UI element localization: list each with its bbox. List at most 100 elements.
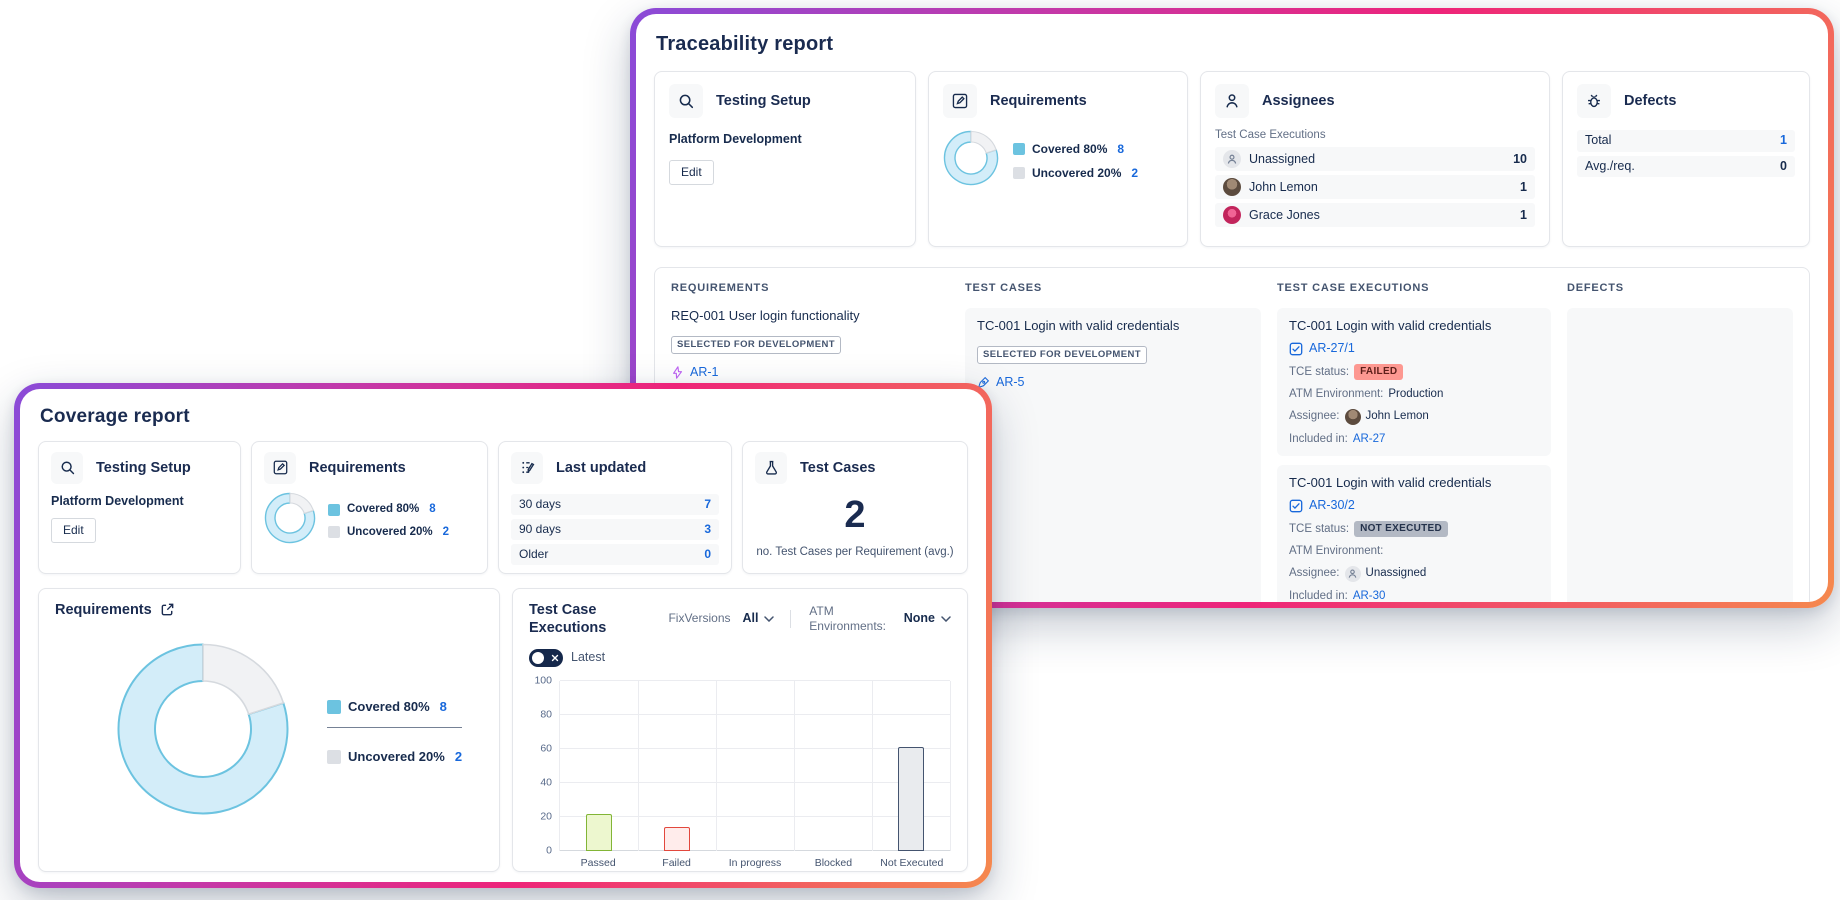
defects-card: Defects Total 1 Avg./req. 0: [1562, 71, 1810, 247]
included-in-link[interactable]: AR-27: [1353, 432, 1386, 446]
assignee-row: John Lemon 1: [1215, 175, 1535, 199]
executions-column: TEST CASE EXECUTIONS TC-001 Login with v…: [1277, 282, 1551, 602]
atm-env-label: ATM Environment:: [1289, 387, 1383, 401]
legend-covered: Covered 80% 8: [328, 502, 449, 516]
test-cases-per-requirement-value: 2: [755, 492, 955, 540]
toggle-knob: [532, 652, 544, 664]
cross-icon: [551, 654, 559, 662]
search-icon: [51, 452, 83, 484]
assignee-label: Assignee:: [1289, 566, 1340, 580]
defects-column: DEFECTS: [1567, 282, 1793, 602]
legend-uncovered: Uncovered 20% 2: [328, 525, 449, 539]
test-cases-caption: no. Test Cases per Requirement (avg.): [755, 545, 955, 559]
uncovered-count[interactable]: 2: [455, 749, 462, 765]
last-updated-row: Older 0: [511, 544, 719, 565]
execution-key-link[interactable]: AR-27/1: [1289, 341, 1539, 357]
assignees-card: Assignees Test Case Executions Unassigne…: [1200, 71, 1550, 247]
requirements-donut-chart: [943, 130, 999, 192]
tce-panel-title: Test Case Executions: [529, 601, 646, 637]
assignee-row: Grace Jones 1: [1215, 203, 1535, 227]
external-link-icon[interactable]: [160, 602, 175, 617]
executions-column-header: TEST CASE EXECUTIONS: [1277, 282, 1551, 296]
defects-avg-row: Avg./req. 0: [1577, 156, 1795, 178]
covered-chip: [1013, 143, 1025, 155]
requirements-big-donut-chart: [117, 643, 289, 821]
plot-area: [559, 681, 951, 851]
bar-not-executed: [898, 747, 924, 851]
requirement-key-link[interactable]: AR-1: [671, 365, 949, 381]
tce-status-label: TCE status:: [1289, 365, 1349, 379]
edit-square-icon: [264, 452, 296, 484]
test-case-executions-panel: Test Case Executions FixVersions All ATM…: [512, 588, 968, 872]
fixversions-dropdown[interactable]: All: [743, 611, 775, 627]
execution-entry: TC-001 Login with valid credentials AR-3…: [1277, 465, 1551, 602]
last-updated-row: 30 days 7: [511, 494, 719, 515]
latest-toggle[interactable]: [529, 649, 563, 667]
coverage-report-title: Coverage report: [40, 405, 968, 429]
test-case-cell: TC-001 Login with valid credentials SELE…: [965, 308, 1261, 602]
defects-column-header: DEFECTS: [1567, 282, 1793, 296]
bar-passed: [586, 814, 612, 851]
test-case-status-badge: SELECTED FOR DEVELOPMENT: [977, 346, 1147, 364]
test-cases-column: TEST CASES TC-001 Login with valid crede…: [965, 282, 1261, 602]
test-cases-card: Test Cases 2 no. Test Cases per Requirem…: [742, 441, 968, 574]
defects-card-title: Defects: [1624, 92, 1676, 110]
checkbox-icon: [1289, 342, 1303, 356]
list-pencil-icon: [511, 452, 543, 484]
assignee-label: Assignee:: [1289, 409, 1340, 423]
traceability-report-title: Traceability report: [656, 32, 1810, 57]
uncovered-chip: [327, 750, 341, 764]
atm-environments-dropdown[interactable]: None: [904, 611, 951, 627]
testing-setup-title: Testing Setup: [716, 92, 811, 110]
unassigned-avatar: [1223, 150, 1241, 168]
included-in-link[interactable]: AR-30: [1353, 589, 1386, 602]
requirements-column-header: REQUIREMENTS: [671, 282, 949, 296]
requirements-card: Requirements Covered 80% 8 Uncovered 20%: [928, 71, 1188, 247]
testing-setup-card: Testing Setup Platform Development Edit: [38, 441, 241, 574]
requirement-title: REQ-001 User login functionality: [671, 308, 949, 324]
requirements-panel-title: Requirements: [55, 601, 152, 619]
requirements-card-title: Requirements: [990, 92, 1087, 110]
defects-total-row: Total 1: [1577, 130, 1795, 152]
john-lemon-avatar: [1345, 409, 1361, 425]
grace-jones-avatar: [1223, 206, 1241, 224]
covered-count[interactable]: 8: [440, 699, 447, 715]
bolt-icon: [671, 366, 684, 379]
defects-cell: [1567, 308, 1793, 602]
x-label: Blocked: [794, 857, 872, 870]
x-axis-labels: PassedFailedIn progressBlockedNot Execut…: [559, 851, 951, 871]
included-in-label: Included in:: [1289, 432, 1348, 446]
legend-covered: Covered 80% 8: [1013, 142, 1138, 157]
assignees-card-title: Assignees: [1262, 92, 1335, 110]
assignee-row: Unassigned 10: [1215, 147, 1535, 171]
edit-button[interactable]: Edit: [51, 518, 96, 543]
testing-setup-title: Testing Setup: [96, 459, 191, 477]
bug-icon: [1577, 84, 1611, 118]
checkbox-icon: [1289, 499, 1303, 513]
coverage-report-card: Coverage report Testing Setup Platform D…: [14, 383, 992, 888]
legend-covered: Covered 80% 8: [327, 699, 462, 728]
legend-uncovered: Uncovered 20% 2: [327, 749, 462, 765]
test-case-title: TC-001 Login with valid credentials: [977, 318, 1249, 334]
y-axis: 020406080100: [529, 681, 559, 851]
project-name: Platform Development: [669, 132, 901, 148]
edit-square-icon: [943, 84, 977, 118]
edit-button[interactable]: Edit: [669, 160, 714, 185]
requirements-card-title: Requirements: [309, 459, 406, 477]
tce-bar-chart: 020406080100: [529, 681, 951, 851]
covered-count[interactable]: 8: [1117, 142, 1124, 157]
latest-toggle-label: Latest: [571, 650, 605, 666]
test-case-key-link[interactable]: AR-5: [977, 375, 1249, 391]
flask-icon: [755, 452, 787, 484]
legend-uncovered: Uncovered 20% 2: [1013, 166, 1138, 181]
x-label: Passed: [559, 857, 637, 870]
uncovered-count[interactable]: 2: [1131, 166, 1138, 181]
person-icon: [1215, 84, 1249, 118]
uncovered-count[interactable]: 2: [443, 525, 449, 539]
execution-key-link[interactable]: AR-30/2: [1289, 498, 1539, 514]
covered-chip: [327, 700, 341, 714]
status-badge: NOT EXECUTED: [1354, 521, 1448, 538]
covered-count[interactable]: 8: [429, 502, 435, 516]
search-icon: [669, 84, 703, 118]
requirements-donut-chart: [264, 492, 316, 550]
